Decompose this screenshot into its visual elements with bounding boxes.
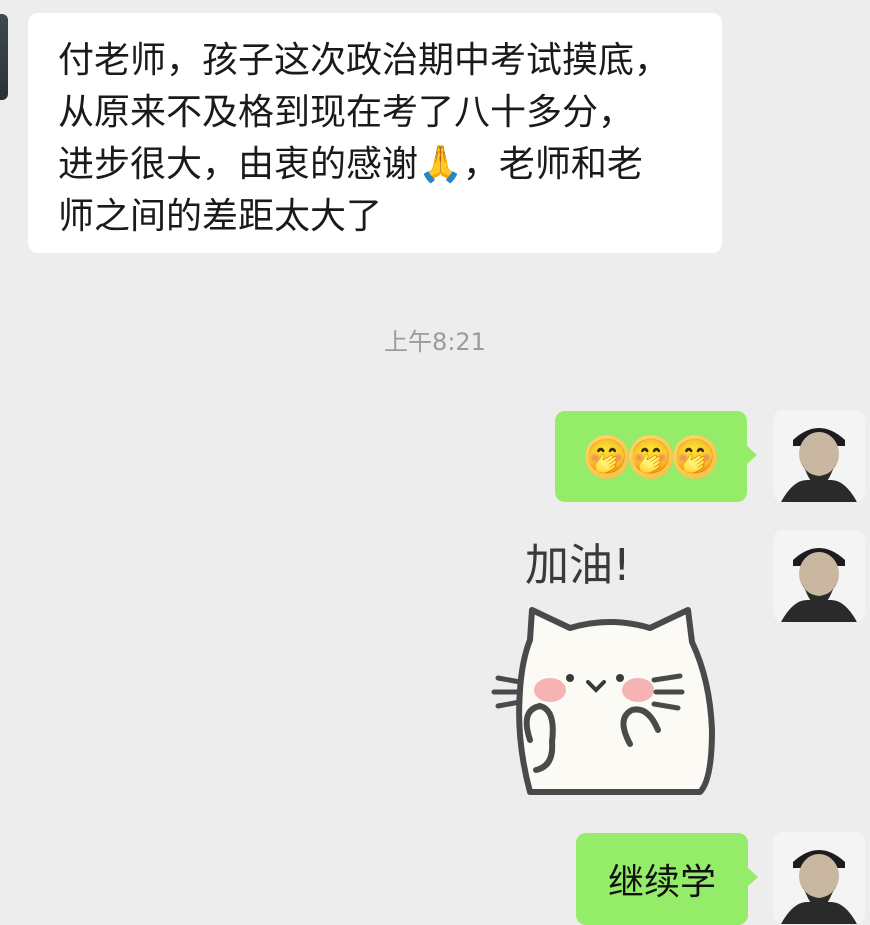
contact-avatar[interactable] — [0, 14, 8, 100]
self-avatar[interactable] — [773, 530, 865, 622]
portrait-icon — [773, 410, 865, 502]
outgoing-emoji-bubble[interactable]: 🤭 🤭 🤭 — [555, 411, 757, 502]
message-timestamp: 上午8:21 — [384, 328, 486, 356]
outgoing-text-bubble[interactable]: 继续学 — [576, 833, 758, 925]
face-hand-over-mouth-icon: 🤭 — [585, 434, 629, 479]
message-line: 付老师，孩子这次政治期中考试摸底， — [58, 40, 671, 81]
self-avatar[interactable] — [773, 410, 865, 502]
message-line: 师之间的差距太大了 — [58, 196, 383, 237]
self-avatar[interactable] — [773, 832, 865, 924]
cat-sticker-image: 加油! — [491, 540, 715, 795]
message-text: 继续学 — [607, 862, 716, 903]
cat-sticker[interactable]: 加油! — [490, 530, 730, 800]
sticker-text: 加油! — [525, 540, 631, 591]
portrait-icon — [773, 832, 865, 924]
message-line: 进步很大，由衷的感谢🙏，老师和老 — [58, 144, 643, 185]
face-hand-over-mouth-icon: 🤭 — [629, 434, 673, 479]
portrait-icon — [773, 530, 865, 622]
face-hand-over-mouth-icon: 🤭 — [673, 434, 717, 479]
incoming-message-bubble[interactable]: 付老师，孩子这次政治期中考试摸底， 从原来不及格到现在考了八十多分， 进步很大，… — [28, 13, 722, 253]
message-line: 从原来不及格到现在考了八十多分， — [58, 92, 635, 133]
